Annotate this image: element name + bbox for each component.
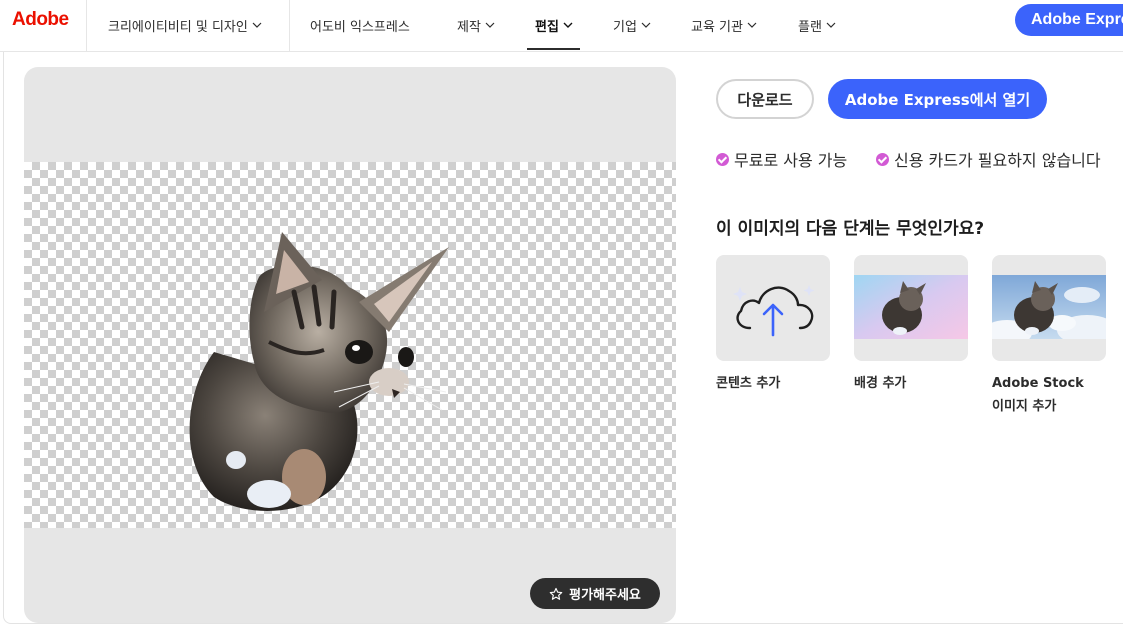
nav-item-label: 제작: [457, 19, 481, 35]
next-step-label: 콘텐츠 추가: [716, 376, 781, 391]
image-preview: 평가해주세요: [24, 67, 676, 623]
chevron-down-icon: [747, 22, 757, 28]
next-step-add-stock[interactable]: [992, 255, 1106, 361]
adobe-express-cta-button[interactable]: Adobe Express: [1015, 4, 1123, 36]
chevron-down-icon: [252, 22, 262, 28]
next-step-label-line1: Adobe Stock: [992, 376, 1084, 391]
nav-item-business[interactable]: 기업: [613, 0, 651, 50]
chevron-down-icon: [826, 22, 836, 28]
kitten-cutout-image: [189, 232, 449, 511]
kitten-gradient-thumbnail: [854, 275, 968, 339]
next-step-add-content[interactable]: [716, 255, 830, 361]
nav-item-label: 기업: [613, 19, 637, 35]
chevron-down-icon: [641, 22, 651, 28]
star-icon: [549, 587, 563, 600]
chevron-down-icon: [563, 22, 573, 28]
nav-item-label: 편집: [535, 19, 559, 35]
next-step-label-multiline: Adobe Stock 이미지 추가: [992, 372, 1084, 418]
transparency-checkerboard: [24, 162, 676, 528]
nav-item-label: 교육 기관: [691, 19, 743, 35]
perk-free: 무료로 사용 가능: [716, 147, 847, 171]
adobe-logo[interactable]: Adobe: [12, 9, 69, 31]
nav-item-label: 크리에이티비티 및 디자인: [108, 19, 248, 35]
top-nav: Adobe 크리에이티비티 및 디자인 어도비 익스프레스 제작 편집 기업 교…: [0, 0, 1123, 52]
rate-button-label: 평가해주세요: [569, 588, 641, 603]
perk-label: 신용 카드가 필요하지 않습니다: [894, 151, 1101, 170]
open-in-express-button[interactable]: Adobe Express에서 열기: [828, 79, 1047, 119]
nav-item-create[interactable]: 제작: [457, 0, 495, 50]
nav-item-edit[interactable]: 편집: [535, 0, 573, 50]
next-step-label: 배경 추가: [854, 376, 907, 391]
cloud-upload-icon: [733, 285, 815, 337]
download-button[interactable]: 다운로드: [716, 79, 814, 119]
nav-item-creativity-design[interactable]: 크리에이티비티 및 디자인: [108, 0, 262, 50]
next-step-label-line2: 이미지 추가: [992, 399, 1057, 414]
nav-item-label: 플랜: [798, 19, 822, 35]
nav-item-adobe-express[interactable]: 어도비 익스프레스: [310, 0, 410, 50]
rate-button[interactable]: 평가해주세요: [530, 578, 660, 609]
check-circle-icon: [716, 152, 729, 166]
nav-divider: [289, 0, 290, 52]
nav-item-plans[interactable]: 플랜: [798, 0, 836, 50]
chevron-down-icon: [485, 22, 495, 28]
next-steps-title: 이 이미지의 다음 단계는 무엇인가요?: [716, 219, 985, 239]
perk-no-card: 신용 카드가 필요하지 않습니다: [876, 147, 1101, 171]
next-step-add-background[interactable]: [854, 255, 968, 361]
nav-divider: [86, 0, 87, 52]
perk-label: 무료로 사용 가능: [734, 151, 848, 170]
nav-item-label: 어도비 익스프레스: [310, 19, 410, 35]
check-circle-icon: [876, 152, 889, 166]
nav-item-education[interactable]: 교육 기관: [691, 0, 757, 50]
kitten-sky-thumbnail: [992, 275, 1106, 339]
active-tab-indicator: [527, 48, 580, 50]
